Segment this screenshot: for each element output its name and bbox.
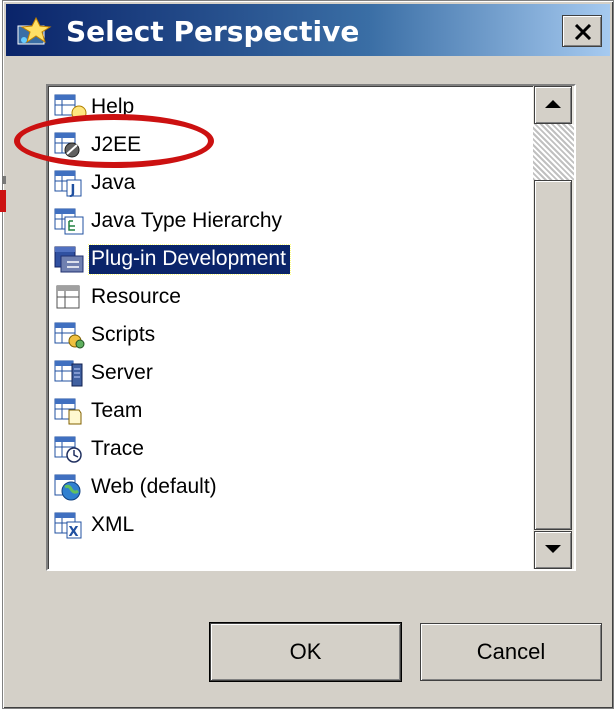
scrollbar-thumb[interactable] [534, 180, 572, 530]
list-item-java-type-hierarchy[interactable]: Java Type Hierarchy [53, 204, 286, 238]
web-perspective-icon [54, 474, 81, 501]
scroll-up-button[interactable] [534, 86, 572, 124]
title-bar[interactable]: Select Perspective [6, 4, 610, 56]
j2ee-perspective-icon [54, 132, 80, 158]
select-perspective-dialog: Select Perspective Help J2EE J Java Java… [2, 0, 614, 709]
help-perspective-icon [54, 94, 87, 121]
arrow-down-icon [545, 545, 561, 553]
edge-dot [2, 176, 6, 184]
cancel-button[interactable]: Cancel [420, 623, 602, 681]
list-item-resource[interactable]: Resource [53, 280, 185, 314]
dialog-title: Select Perspective [66, 15, 360, 48]
team-perspective-icon [54, 398, 82, 425]
close-icon [574, 24, 592, 40]
perspective-list[interactable]: Help J2EE J Java Java Type Hierarchy Plu… [53, 86, 531, 569]
svg-text:X: X [69, 525, 79, 540]
list-item-xml[interactable]: X XML [53, 508, 138, 542]
scroll-down-button[interactable] [534, 531, 572, 569]
list-item-server[interactable]: Server [53, 356, 157, 390]
java-type-hierarchy-icon [54, 208, 84, 235]
perspective-list-box: Help J2EE J Java Java Type Hierarchy Plu… [46, 84, 576, 571]
svg-text:J: J [70, 183, 76, 198]
list-item-help[interactable]: Help [53, 90, 138, 124]
close-button[interactable] [562, 15, 602, 47]
list-item-plugin-development[interactable]: Plug-in Development [53, 242, 291, 276]
arrow-up-icon [545, 100, 561, 108]
edge-red-bar [0, 190, 6, 212]
list-item-java[interactable]: J Java [53, 166, 139, 200]
vertical-scrollbar[interactable] [533, 86, 574, 569]
scrollbar-track[interactable] [533, 124, 574, 180]
list-item-trace[interactable]: Trace [53, 432, 148, 466]
ok-button[interactable]: OK [209, 622, 402, 682]
edge-annotation-mark [0, 176, 6, 216]
plugin-development-icon [54, 246, 84, 273]
perspective-app-icon [17, 16, 52, 45]
server-perspective-icon [54, 360, 83, 387]
list-item-j2ee[interactable]: J2EE [53, 128, 145, 162]
list-item-scripts[interactable]: Scripts [53, 318, 159, 352]
java-perspective-icon: J [54, 170, 82, 198]
scripts-perspective-icon [54, 322, 85, 349]
resource-perspective-icon [56, 285, 80, 309]
list-item-web-default[interactable]: Web (default) [53, 470, 221, 504]
xml-perspective-icon: X [54, 512, 82, 540]
list-item-team[interactable]: Team [53, 394, 146, 428]
trace-perspective-icon [54, 436, 82, 463]
